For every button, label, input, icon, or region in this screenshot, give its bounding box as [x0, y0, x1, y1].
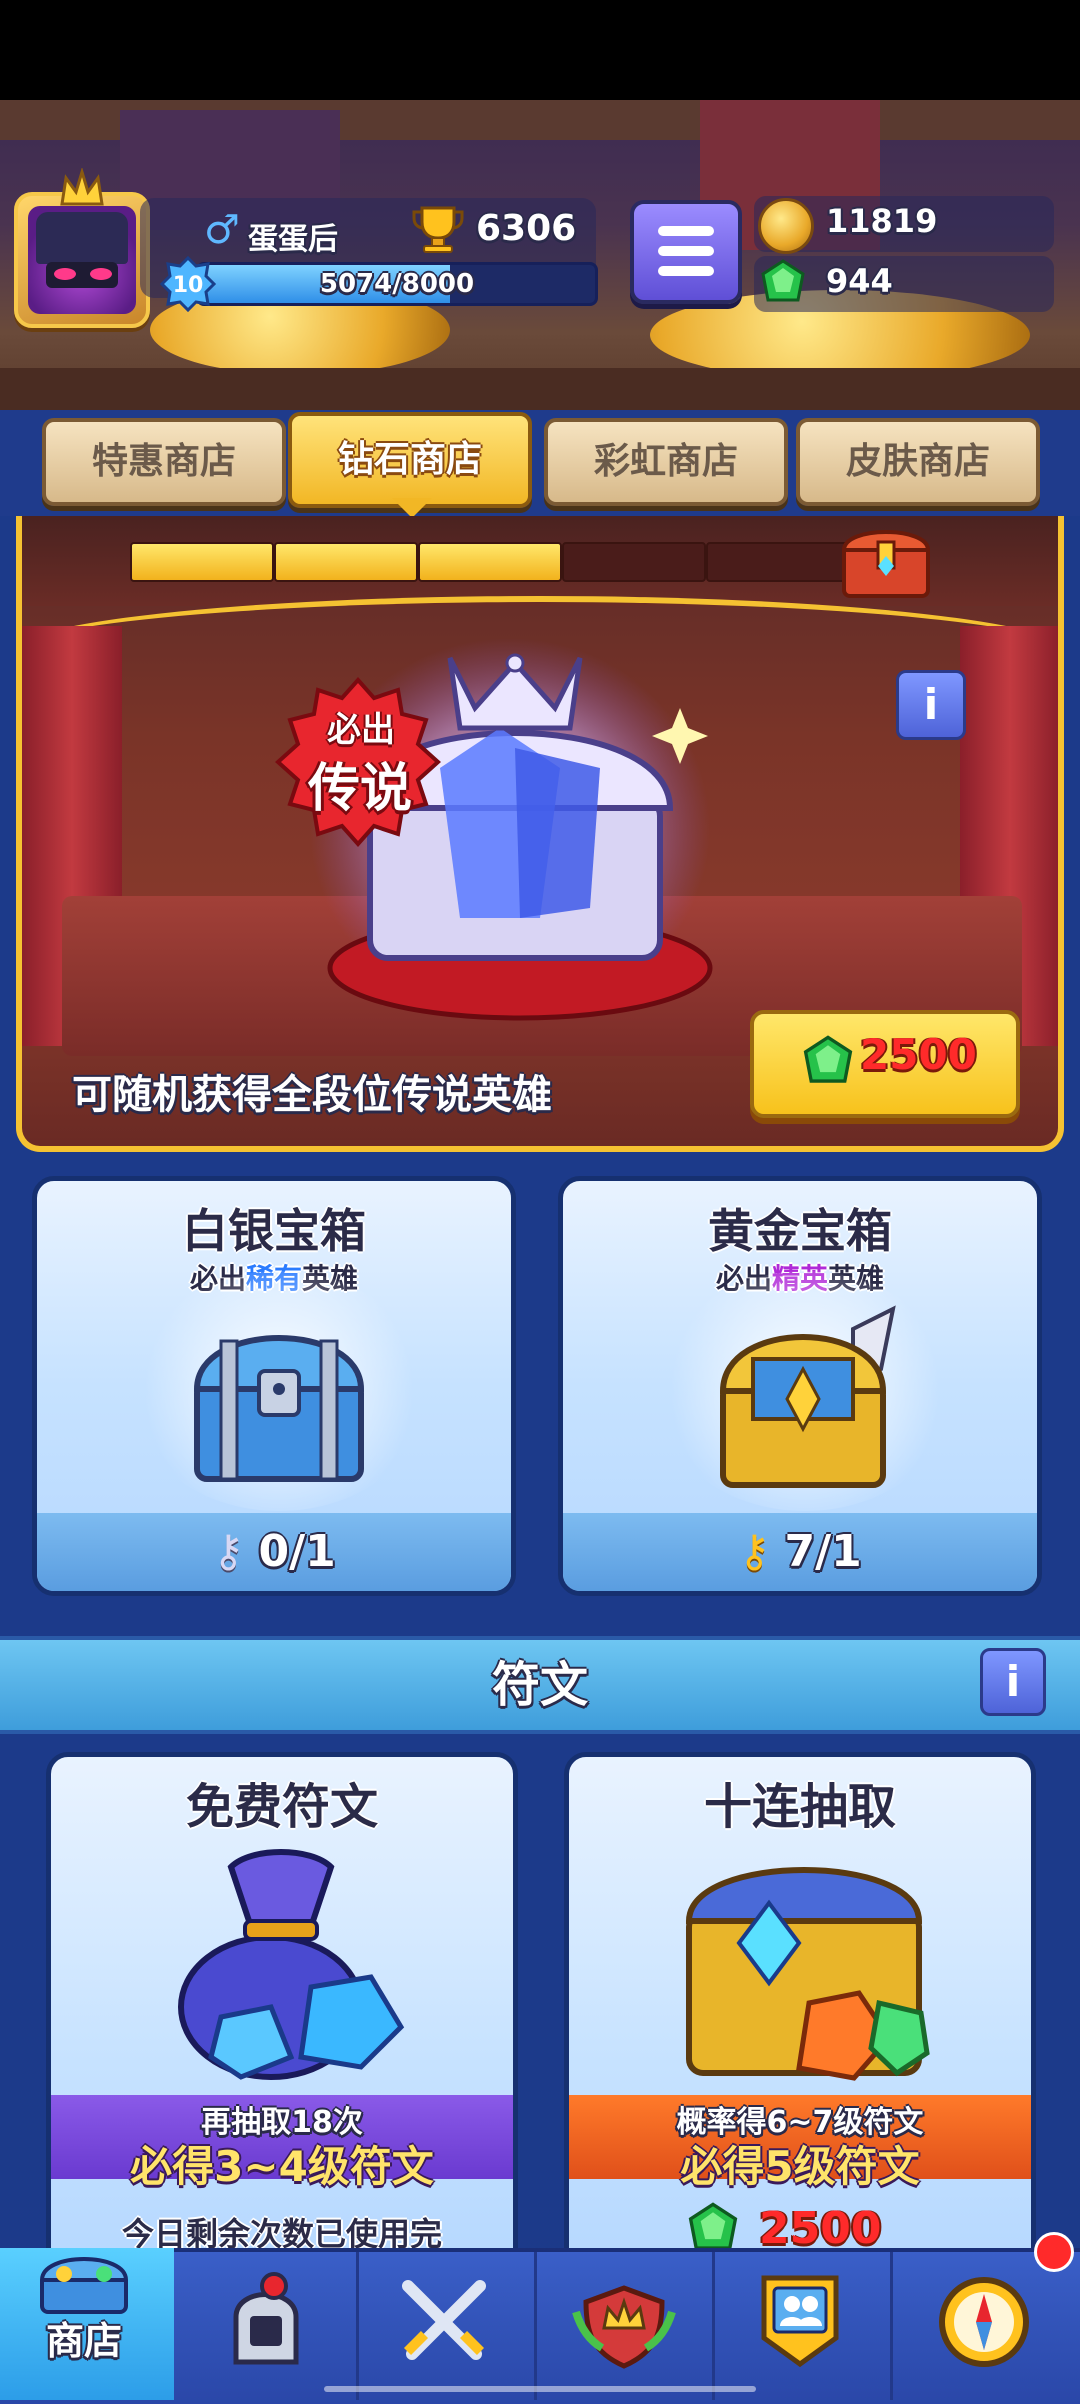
- trophy-icon: [412, 206, 464, 253]
- free-rune-card[interactable]: 免费符文 再抽取18次 必得3~4级符文 今日剩余次数已使用完: [46, 1752, 518, 2272]
- counter-ledge: [0, 368, 1080, 410]
- key-count: 0/1: [258, 1526, 336, 1577]
- ten-draw-rune-card[interactable]: 十连抽取 概率得6~7级符文 必得5级符文 2500: [564, 1752, 1036, 2272]
- trophy-count: 6306: [476, 208, 577, 249]
- progress-segment: [706, 542, 850, 582]
- gold-chest-image: [719, 1305, 896, 1488]
- tab-label: 彩虹商店: [593, 441, 738, 482]
- menu-button[interactable]: [630, 200, 742, 304]
- key-count-row: ⚷ 0/1: [37, 1513, 511, 1591]
- silver-chest-card[interactable]: 白银宝箱 必出稀有英雄 ⚷ 0/1: [32, 1176, 516, 1596]
- progress-segment: [274, 542, 418, 582]
- badge-text-legendary: 传说: [307, 759, 412, 819]
- compass-icon: [939, 2277, 1029, 2367]
- xp-bar: 5074/8000: [196, 262, 598, 306]
- xp-text: 5074/8000: [319, 269, 475, 299]
- gold-coin-icon: [758, 198, 814, 254]
- male-icon: ♂: [204, 207, 240, 253]
- progress-segment: [130, 542, 274, 582]
- rune-section-title: 符文: [491, 1657, 588, 1713]
- tab-label: 皮肤商店: [845, 441, 990, 482]
- nav-shop-label: 商店: [45, 2319, 122, 2363]
- buy-legend-chest-button[interactable]: 2500: [750, 1010, 1020, 1118]
- notification-badge: [1034, 2232, 1074, 2272]
- gold-amount: 11819: [826, 202, 938, 240]
- gem-amount: 944: [826, 262, 893, 300]
- tab-label: 钻石商店: [337, 439, 482, 480]
- reward-chest-icon[interactable]: [836, 516, 936, 602]
- progress-segment: [418, 542, 562, 582]
- nav-heroes[interactable]: [178, 2252, 359, 2400]
- player-avatar[interactable]: [14, 168, 150, 328]
- price-text: 2500: [759, 2203, 882, 2254]
- menu-icon: [658, 226, 714, 236]
- crossed-swords-icon: [402, 2280, 486, 2360]
- rune-section-header: 符文: [0, 1636, 1080, 1734]
- nav-guild[interactable]: [534, 2252, 715, 2400]
- key-count: 7/1: [784, 1526, 862, 1577]
- rune-info-button[interactable]: i: [980, 1648, 1046, 1716]
- player-name: 蛋蛋后: [248, 222, 338, 257]
- card-title: 十连抽取: [703, 1779, 896, 1835]
- card-title: 黄金宝箱: [708, 1204, 892, 1258]
- level-number: 10: [173, 273, 204, 298]
- info-icon: i: [923, 680, 939, 729]
- tab-rainbow-shop[interactable]: 彩虹商店: [544, 418, 788, 506]
- card-title: 免费符文: [185, 1779, 378, 1835]
- tab-label: 特惠商店: [91, 441, 236, 482]
- shop-icon: [39, 2257, 129, 2314]
- status-bar: [0, 0, 1080, 100]
- info-icon: i: [1005, 1657, 1021, 1706]
- price-text: 2500: [860, 1030, 977, 1079]
- tab-special-shop[interactable]: 特惠商店: [42, 418, 286, 506]
- nav-social[interactable]: [712, 2252, 893, 2400]
- card-footer: ⚷ 7/1: [563, 1513, 1037, 1591]
- nav-battle[interactable]: [356, 2252, 537, 2400]
- nav-explore[interactable]: [890, 2252, 1068, 2400]
- friends-board-icon: [761, 2275, 839, 2368]
- key-count-row: ⚷ 7/1: [563, 1513, 1037, 1591]
- banner-info-button[interactable]: i: [896, 670, 966, 740]
- crown-icon: [60, 168, 104, 206]
- home-indicator[interactable]: [324, 2386, 756, 2392]
- tab-skin-shop[interactable]: 皮肤商店: [796, 418, 1040, 506]
- progress-segment: [562, 542, 706, 582]
- gem-icon: [761, 259, 805, 302]
- level-badge: 10: [160, 256, 216, 312]
- badge-text-guaranteed: 必出: [327, 710, 395, 750]
- gem-icon: [803, 1035, 853, 1083]
- gold-chest-card[interactable]: 黄金宝箱 必出精英英雄 ⚷ 7/1: [558, 1176, 1042, 1596]
- rune-bag-image: [178, 1849, 405, 2080]
- rune-chest-image: [685, 1867, 930, 2081]
- tab-diamond-shop[interactable]: 钻石商店: [288, 412, 532, 508]
- active-tab-pointer: [392, 498, 432, 518]
- crown-shield-icon: [572, 2285, 676, 2369]
- rune-guarantee-band: 概率得6~7级符文 必得5级符文: [569, 2095, 1031, 2191]
- knight-helmet-icon: [233, 2272, 299, 2365]
- rune-guarantee-band: 再抽取18次 必得3~4级符文: [51, 2095, 513, 2191]
- banner-description: 可随机获得全段位传说英雄: [72, 1072, 552, 1118]
- card-title: 白银宝箱: [182, 1204, 366, 1258]
- silver-key-icon: ⚷: [212, 1526, 245, 1577]
- silver-chest-image: [193, 1335, 365, 1482]
- card-footer: ⚷ 0/1: [37, 1513, 511, 1591]
- gold-key-icon: ⚷: [738, 1526, 771, 1577]
